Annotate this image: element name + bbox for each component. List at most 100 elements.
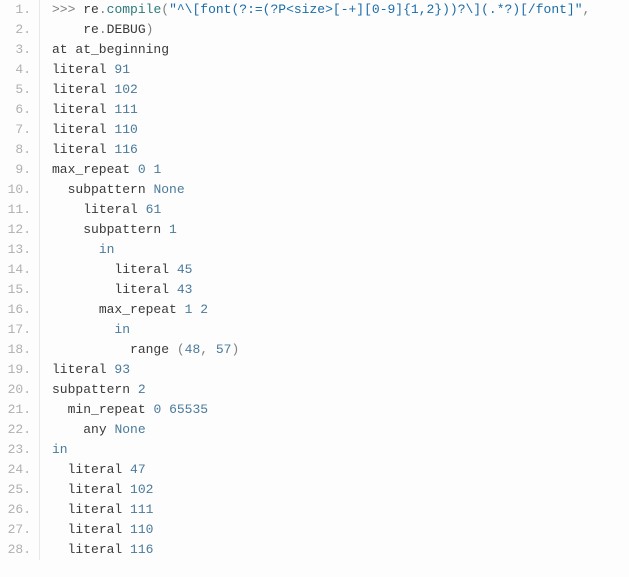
token-fn: compile [107, 2, 162, 17]
line-number-gutter: 1.2.3.4.5.6.7.8.9.10.11.12.13.14.15.16.1… [0, 0, 40, 560]
token-num: 48 [185, 342, 201, 357]
token-num: 1 [153, 162, 161, 177]
token-num: 45 [177, 262, 193, 277]
code-line: max_repeat 0 1 [52, 160, 629, 180]
token-ident: subpattern [68, 182, 154, 197]
code-line: literal 47 [52, 460, 629, 480]
code-line: literal 102 [52, 480, 629, 500]
token-num: 65535 [169, 402, 208, 417]
token-kw: None [114, 422, 145, 437]
code-line: literal 45 [52, 260, 629, 280]
line-number: 11. [0, 200, 31, 220]
token-num: 47 [130, 462, 146, 477]
token-num: 2 [200, 302, 208, 317]
token-ident: literal [68, 482, 130, 497]
token-ident: literal [52, 62, 114, 77]
token-kw: in [99, 242, 115, 257]
token-num: 2 [138, 382, 146, 397]
code-line: >>> re.compile("^\[font(?:=(?P<size>[-+]… [52, 0, 629, 20]
token-ident: literal [52, 102, 114, 117]
token-ident: max_repeat [52, 162, 138, 177]
code-line: literal 61 [52, 200, 629, 220]
token-ident: re [83, 22, 99, 37]
code-line: literal 111 [52, 100, 629, 120]
token-ident: literal [52, 362, 114, 377]
token-ident: literal [68, 502, 130, 517]
token-paren: , [583, 2, 591, 17]
token-ident: literal [52, 82, 114, 97]
token-ident: literal [68, 522, 130, 537]
line-number: 24. [0, 460, 31, 480]
line-number: 16. [0, 300, 31, 320]
line-number: 22. [0, 420, 31, 440]
code-line: at at_beginning [52, 40, 629, 60]
line-number: 7. [0, 120, 31, 140]
token-num: 116 [130, 542, 153, 557]
token-dot: . [99, 2, 107, 17]
code-line: re.DEBUG) [52, 20, 629, 40]
code-block: 1.2.3.4.5.6.7.8.9.10.11.12.13.14.15.16.1… [0, 0, 629, 560]
code-line: literal 110 [52, 520, 629, 540]
line-number: 4. [0, 60, 31, 80]
token-ident [161, 402, 169, 417]
code-line: literal 102 [52, 80, 629, 100]
line-number: 5. [0, 80, 31, 100]
code-line: subpattern 2 [52, 380, 629, 400]
token-num: 93 [114, 362, 130, 377]
token-str: "^\[font(?:=(?P<size>[-+][0-9]{1,2}))?\]… [169, 2, 582, 17]
token-num: 111 [130, 502, 153, 517]
token-num: 102 [130, 482, 153, 497]
token-ident: literal [68, 542, 130, 557]
code-line: in [52, 240, 629, 260]
code-line: max_repeat 1 2 [52, 300, 629, 320]
token-ident: literal [114, 282, 176, 297]
token-paren: ) [231, 342, 239, 357]
code-line: in [52, 440, 629, 460]
line-number: 2. [0, 20, 31, 40]
code-line: min_repeat 0 65535 [52, 400, 629, 420]
line-number: 19. [0, 360, 31, 380]
token-num: 0 [138, 162, 146, 177]
token-kw: in [52, 442, 68, 457]
line-number: 12. [0, 220, 31, 240]
token-num: 111 [114, 102, 137, 117]
token-kw: in [114, 322, 130, 337]
line-number: 17. [0, 320, 31, 340]
line-number: 23. [0, 440, 31, 460]
token-num: 110 [130, 522, 153, 537]
token-ident: at at_beginning [52, 42, 169, 57]
token-paren: ) [146, 22, 154, 37]
line-number: 6. [0, 100, 31, 120]
token-kw: None [153, 182, 184, 197]
line-number: 18. [0, 340, 31, 360]
token-num: 110 [114, 122, 137, 137]
token-num: 57 [216, 342, 232, 357]
code-line: in [52, 320, 629, 340]
token-ident: re [83, 2, 99, 17]
line-number: 9. [0, 160, 31, 180]
code-line: subpattern None [52, 180, 629, 200]
token-ident: subpattern [52, 382, 138, 397]
line-number: 27. [0, 520, 31, 540]
token-paren: ( [177, 342, 185, 357]
code-line: literal 93 [52, 360, 629, 380]
token-num: 1 [169, 222, 177, 237]
token-paren: ( [161, 2, 169, 17]
code-line: literal 111 [52, 500, 629, 520]
line-number: 1. [0, 0, 31, 20]
token-paren: , [200, 342, 216, 357]
code-line: literal 43 [52, 280, 629, 300]
line-number: 14. [0, 260, 31, 280]
token-ident: any [83, 422, 114, 437]
token-ident: range [130, 342, 177, 357]
code-line: subpattern 1 [52, 220, 629, 240]
line-number: 8. [0, 140, 31, 160]
line-number: 15. [0, 280, 31, 300]
code-line: literal 116 [52, 140, 629, 160]
code-line: range (48, 57) [52, 340, 629, 360]
line-number: 21. [0, 400, 31, 420]
token-ident: literal [68, 462, 130, 477]
code-line: literal 116 [52, 540, 629, 560]
token-ident: min_repeat [68, 402, 154, 417]
line-number: 13. [0, 240, 31, 260]
